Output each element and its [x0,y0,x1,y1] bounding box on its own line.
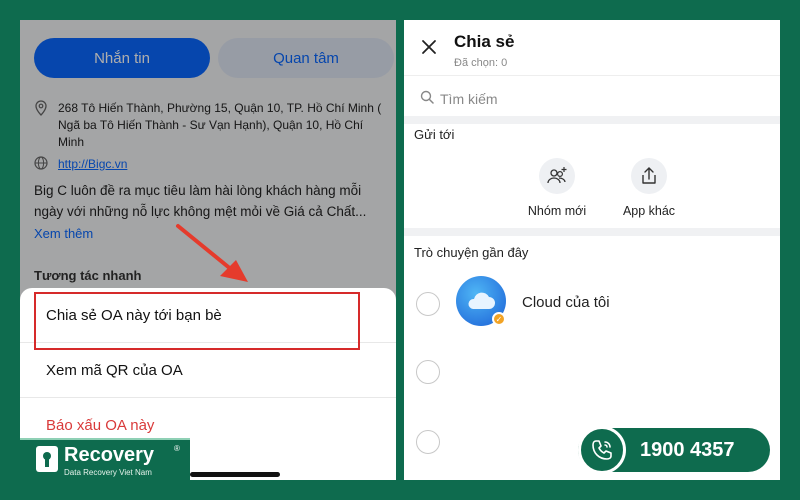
search-placeholder: Tìm kiếm [440,90,498,107]
share-upload-icon [631,158,667,194]
phone-icon [578,426,626,474]
hotline-number: 1900 4357 [640,439,735,461]
red-arrow-annotation [176,224,248,282]
lock-icon [36,446,58,472]
recent-chats-title: Trò chuyện gần đây [414,245,529,260]
share-title: Chia sẻ [454,32,515,51]
send-to-title: Gửi tới [414,127,455,142]
share-header: Chia sẻ Đã chọn: 0 [404,20,780,76]
search-input[interactable]: Tìm kiếm [420,90,498,107]
hotline-badge[interactable]: 1900 4357 [578,426,770,474]
share-screen: Chia sẻ Đã chọn: 0 Tìm kiếm Gửi tới Nhóm… [404,20,780,480]
check-badge-icon: ✓ [492,312,506,326]
new-group-label: Nhóm mới [527,204,587,218]
select-radio[interactable] [416,430,440,454]
group-add-icon [539,158,575,194]
logo-registered-mark: ® [174,444,180,453]
select-radio[interactable] [416,360,440,384]
recovery-logo: Recovery ® Data Recovery Viet Nam [20,438,190,480]
chat-name[interactable]: Cloud của tôi [522,294,610,311]
oa-profile-screen: Nhắn tin Quan tâm 268 Tô Hiến Thành, Phư… [20,20,396,480]
view-qr-option[interactable]: Xem mã QR của OA [20,343,396,398]
select-radio[interactable] [416,292,440,316]
cloud-icon [468,292,495,309]
new-group-option[interactable]: Nhóm mới [512,158,602,218]
divider [404,116,780,124]
home-indicator [190,472,280,477]
search-icon [420,90,434,107]
highlight-box [34,292,360,350]
other-app-label: App khác [622,204,676,218]
other-app-option[interactable]: App khác [604,158,694,218]
logo-text: Recovery [64,444,155,466]
close-icon[interactable] [420,38,438,60]
selected-count: Đã chọn: 0 [454,57,508,69]
divider [404,228,780,236]
logo-subtitle: Data Recovery Viet Nam [64,468,152,477]
